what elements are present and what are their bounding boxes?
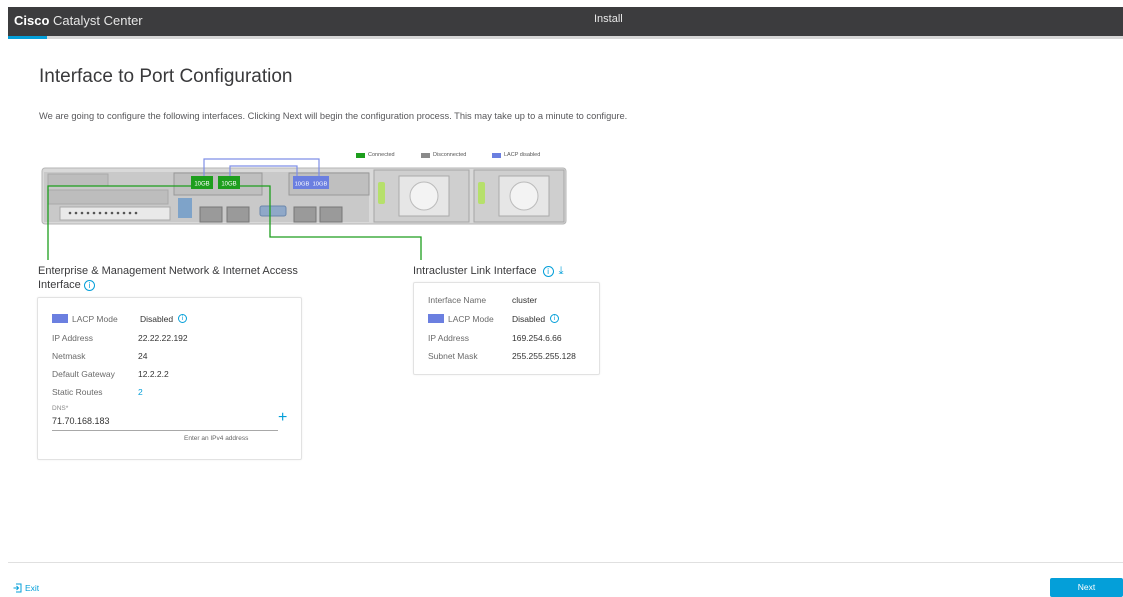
brand-bold: Cisco — [14, 13, 50, 28]
enterprise-lacp-row: LACP Mode Disabled i — [52, 314, 188, 324]
riser-slot — [47, 189, 169, 205]
page-intro: We are going to configure the following … — [39, 111, 628, 121]
intracluster-subnet-value: 255.255.255.128 — [512, 351, 576, 361]
info-icon[interactable]: i — [178, 314, 188, 323]
intracluster-ip-row: IP Address 169.254.6.66 — [428, 333, 562, 343]
enterprise-gateway-row: Default Gateway 12.2.2.2 — [52, 369, 169, 379]
top-bar: Cisco Catalyst Center Install — [8, 7, 1123, 36]
intracluster-name-label: Interface Name — [428, 295, 487, 305]
enterprise-ip-value: 22.22.22.192 — [138, 333, 188, 343]
footer-divider — [8, 562, 1123, 563]
enterprise-routes-label: Static Routes — [52, 387, 103, 397]
intracluster-ip-label: IP Address — [428, 333, 469, 343]
intracluster-name-row: Interface Name cluster — [428, 295, 537, 305]
port-10gb-2-label: 10GB — [221, 182, 236, 188]
intracluster-lacp-row: LACP Mode Disabled i — [428, 314, 560, 324]
intracluster-subnet-row: Subnet Mask 255.255.255.128 — [428, 351, 576, 361]
exit-button[interactable]: Exit — [13, 583, 39, 593]
enterprise-interface-card: LACP Mode Disabled i IP Address 22.22.22… — [37, 297, 302, 460]
exit-icon — [13, 583, 22, 593]
dns-input[interactable]: 71.70.168.183 — [52, 416, 110, 426]
port-10gb-1-label: 10GB — [194, 182, 209, 188]
exit-label: Exit — [25, 583, 40, 593]
psu-2-fan-grill — [509, 181, 539, 211]
install-progress-bar — [8, 36, 1123, 39]
intracluster-section-title: Intracluster Link Interface i ⤓ — [413, 264, 564, 278]
intracluster-lacp-label: LACP Mode — [448, 314, 494, 324]
port-10gb-3-label: 10GB — [295, 182, 310, 188]
enterprise-section-title: Enterprise & Management Network & Intern… — [38, 264, 298, 292]
intracluster-subnet-label: Subnet Mask — [428, 351, 478, 361]
usb-port — [178, 198, 192, 218]
enterprise-ip-label: IP Address — [52, 333, 93, 343]
intracluster-name-value: cluster — [512, 295, 538, 305]
psu-1-latch — [378, 182, 385, 204]
psu-1-fan-grill — [409, 181, 439, 211]
next-button[interactable]: Next — [1050, 578, 1123, 597]
info-icon[interactable]: i — [542, 265, 554, 277]
intracluster-ip-value: 169.254.6.66 — [512, 333, 562, 343]
brand-logo: Cisco Catalyst Center — [14, 13, 143, 28]
psu-2-latch — [478, 182, 485, 204]
info-icon[interactable]: i — [550, 314, 560, 323]
intracluster-title-text: Intracluster Link Interface — [413, 265, 537, 277]
enterprise-netmask-row: Netmask 24 — [52, 351, 147, 361]
enterprise-gateway-value: 12.2.2.2 — [138, 369, 169, 379]
download-icon[interactable]: ⤓ — [559, 264, 564, 277]
enterprise-lacp-label: LACP Mode — [72, 314, 118, 324]
intracluster-interface-card: Interface Name cluster LACP Mode Disable… — [413, 282, 600, 375]
enterprise-static-routes-row: Static Routes 2 — [52, 387, 143, 397]
enterprise-lacp-value: Disabled — [140, 314, 174, 324]
dns-label: DNS* — [52, 405, 69, 412]
enterprise-gateway-label: Default Gateway — [52, 369, 115, 379]
port-10gb-4-label: 10GB — [313, 182, 328, 188]
enterprise-netmask-label: Netmask — [52, 351, 86, 361]
dns-hint: Enter an IPv4 address — [184, 435, 249, 442]
enterprise-title-text: Enterprise & Management Network & Intern… — [38, 265, 298, 291]
riser-slot — [47, 173, 109, 187]
static-routes-link[interactable]: 2 — [138, 387, 143, 397]
server-diagram: 10GB 10GB 10GB 10GB — [41, 158, 567, 260]
info-icon[interactable]: i — [83, 279, 95, 291]
rj45-port — [199, 206, 223, 223]
page-title: Interface to Port Configuration — [39, 66, 293, 87]
topbar-title: Install — [594, 13, 623, 25]
rj45-port — [226, 206, 250, 223]
enterprise-netmask-value: 24 — [138, 351, 148, 361]
enterprise-ip-row: IP Address 22.22.22.192 — [52, 333, 188, 343]
install-progress-fill — [8, 36, 48, 39]
dns-input-underline — [52, 430, 278, 431]
vga-port — [259, 205, 287, 217]
add-dns-icon[interactable]: + — [278, 410, 287, 426]
brand-product: Catalyst Center — [53, 13, 143, 28]
rj45-port — [293, 206, 317, 223]
rj45-port — [319, 206, 343, 223]
intracluster-lacp-value: Disabled — [512, 314, 546, 324]
lacp-folder-icon — [428, 314, 444, 323]
lacp-folder-icon — [52, 314, 68, 323]
